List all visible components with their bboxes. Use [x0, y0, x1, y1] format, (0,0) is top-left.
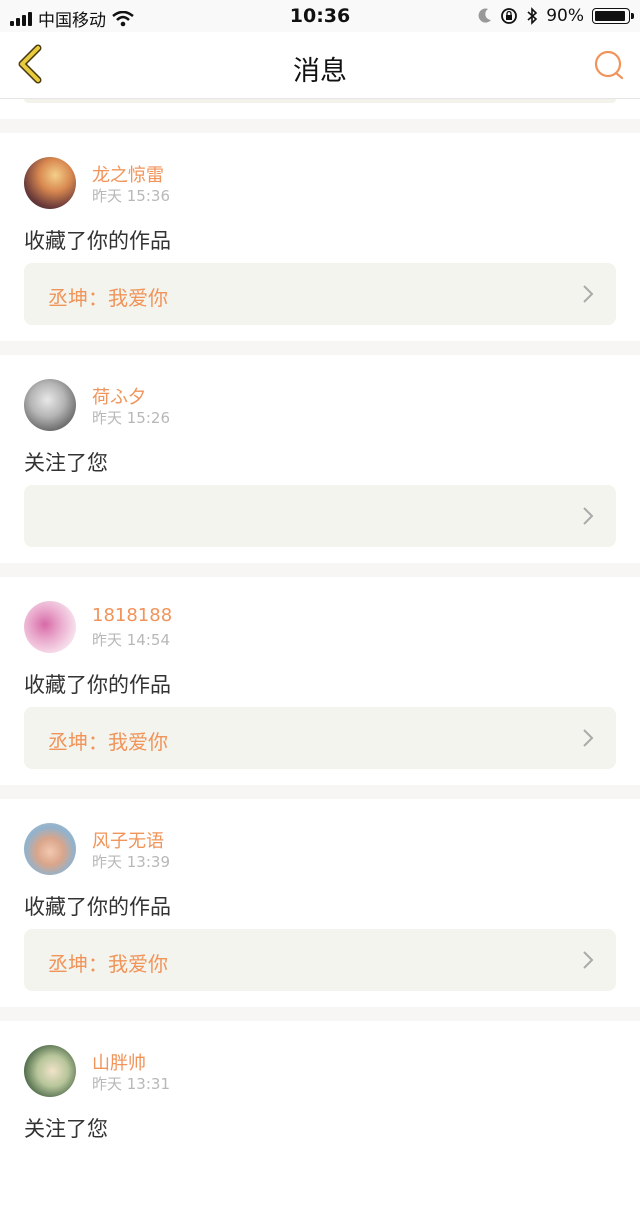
- user-name[interactable]: 荷ふ夕: [92, 383, 146, 409]
- message-action: 收藏了你的作品: [24, 673, 171, 697]
- work-reference[interactable]: [24, 485, 616, 547]
- battery-icon: [592, 8, 634, 24]
- work-title: 丞坤：我爱你: [48, 730, 168, 754]
- nav-bar: 消息: [0, 32, 640, 99]
- message-action: 关注了您: [24, 1117, 108, 1141]
- message-time: 昨天 14:54: [92, 631, 170, 649]
- status-right: 90%: [478, 6, 634, 26]
- chevron-right-icon: [583, 285, 594, 303]
- message-time: 昨天 15:26: [92, 409, 170, 427]
- message-list: 龙之惊雷 昨天 15:36 收藏了你的作品 丞坤：我爱你 荷ふ夕 昨天 15:2…: [0, 99, 640, 1229]
- rotation-lock-icon: [501, 8, 518, 24]
- message-card: 风子无语 昨天 13:39 收藏了你的作品 丞坤：我爱你: [0, 799, 640, 1007]
- message-card: 山胖帅 昨天 13:31 关注了您: [0, 1021, 640, 1229]
- work-reference[interactable]: 丞坤：我爱你: [24, 929, 616, 991]
- status-bar: 中国移动 10:36 90%: [0, 0, 640, 32]
- message-time: 昨天 13:31: [92, 1075, 170, 1093]
- message-card: 1818188 昨天 14:54 收藏了你的作品 丞坤：我爱你: [0, 577, 640, 785]
- avatar[interactable]: [24, 601, 76, 653]
- bluetooth-icon: [527, 7, 538, 25]
- chevron-right-icon: [583, 507, 594, 525]
- message-action: 收藏了你的作品: [24, 895, 171, 919]
- work-reference[interactable]: 丞坤：我爱你: [24, 263, 616, 325]
- message-card: 荷ふ夕 昨天 15:26 关注了您: [0, 355, 640, 563]
- user-name[interactable]: 龙之惊雷: [92, 161, 164, 187]
- work-reference[interactable]: 丞坤：我爱你: [24, 707, 616, 769]
- message-time: 昨天 15:36: [92, 187, 170, 205]
- avatar[interactable]: [24, 379, 76, 431]
- message-time: 昨天 13:39: [92, 853, 170, 871]
- work-title: 丞坤：我爱你: [48, 952, 168, 976]
- avatar[interactable]: [24, 1045, 76, 1097]
- user-name[interactable]: 风子无语: [92, 827, 164, 853]
- avatar[interactable]: [24, 157, 76, 209]
- battery-percent: 90%: [546, 6, 584, 26]
- message-action: 关注了您: [24, 451, 108, 475]
- previous-card-fragment: [0, 99, 640, 119]
- avatar[interactable]: [24, 823, 76, 875]
- message-card: 龙之惊雷 昨天 15:36 收藏了你的作品 丞坤：我爱你: [0, 133, 640, 341]
- moon-icon: [478, 8, 492, 23]
- user-name[interactable]: 1818188: [92, 605, 172, 626]
- page-title: 消息: [293, 56, 347, 87]
- user-name[interactable]: 山胖帅: [92, 1049, 146, 1075]
- search-icon[interactable]: [592, 48, 626, 82]
- work-title: 丞坤：我爱你: [48, 286, 168, 310]
- chevron-right-icon: [583, 951, 594, 969]
- message-action: 收藏了你的作品: [24, 229, 171, 253]
- chevron-right-icon: [583, 729, 594, 747]
